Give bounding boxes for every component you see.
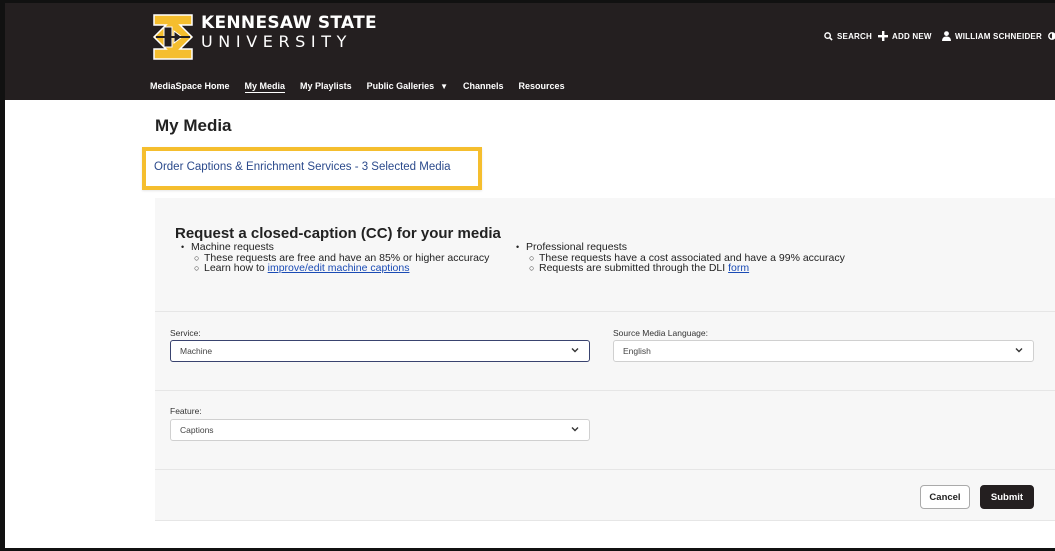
search-label: SEARCH	[837, 31, 872, 41]
site-header: KENNESAW STATE UNIVERSITY SEARCH ADD NEW…	[5, 3, 1055, 100]
dli-form-link[interactable]: form	[728, 263, 749, 274]
nav-channels[interactable]: Channels	[463, 79, 504, 93]
user-menu[interactable]: WILLIAM SCHNEIDER	[942, 29, 1042, 43]
browser-frame: KENNESAW STATE UNIVERSITY SEARCH ADD NEW…	[0, 0, 1055, 551]
settings-toggle[interactable]	[1048, 29, 1055, 43]
ksu-logo-icon[interactable]	[150, 11, 196, 63]
submit-button[interactable]: Submit	[980, 485, 1034, 509]
university-wordmark: KENNESAW STATE UNIVERSITY	[201, 13, 377, 51]
machine-detail-2-prefix: Learn how to	[204, 262, 268, 274]
machine-info: • Machine requests ○ These requests are fr…	[177, 242, 489, 274]
language-select[interactable]: English	[613, 340, 1034, 362]
divider	[155, 469, 1055, 470]
machine-heading-text: Machine requests	[191, 241, 274, 253]
chevron-down-icon: ▼	[440, 81, 449, 91]
brand-line-2: UNIVERSITY	[201, 32, 352, 51]
professional-heading-text: Professional requests	[526, 241, 627, 253]
add-new-label: ADD NEW	[892, 31, 932, 41]
machine-detail-2: ○ Learn how to improve/edit machine capti…	[194, 262, 410, 274]
main-nav: MediaSpace Home My Media My Playlists Pu…	[150, 79, 580, 93]
chevron-down-icon	[571, 427, 579, 432]
overflow-icon[interactable]: ⋮	[1051, 123, 1055, 134]
nav-resources[interactable]: Resources	[519, 79, 565, 93]
improve-captions-link[interactable]: improve/edit machine captions	[268, 263, 410, 274]
chevron-down-icon	[571, 348, 579, 353]
feature-label: Feature:	[170, 406, 202, 416]
user-icon	[942, 31, 951, 41]
machine-heading: • Machine requests	[181, 241, 274, 253]
professional-detail-2: ○ Requests are submitted through the DLI …	[529, 262, 750, 274]
divider	[155, 390, 1055, 391]
contrast-icon	[1048, 32, 1055, 40]
order-captions-highlight: Order Captions & Enrichment Services - 3…	[142, 147, 482, 190]
search-button[interactable]: SEARCH	[824, 29, 872, 43]
nav-my-media[interactable]: My Media	[244, 79, 286, 93]
service-label: Service:	[170, 328, 201, 338]
service-select[interactable]: Machine	[170, 340, 590, 362]
professional-heading: • Professional requests	[516, 241, 627, 253]
caption-request-panel: Request a closed-caption (CC) for your m…	[155, 198, 1055, 521]
chevron-down-icon	[1015, 348, 1023, 353]
divider	[155, 311, 1055, 312]
brand-line-1: KENNESAW STATE	[201, 13, 377, 33]
nav-mediaspace-home[interactable]: MediaSpace Home	[150, 79, 230, 93]
plus-icon	[878, 31, 888, 41]
service-value: Machine	[180, 346, 213, 356]
language-label: Source Media Language:	[613, 328, 708, 338]
user-name: WILLIAM SCHNEIDER	[955, 31, 1042, 41]
add-new-button[interactable]: ADD NEW	[878, 29, 932, 43]
nav-public-galleries[interactable]: Public Galleries ▼	[367, 79, 448, 93]
nav-public-galleries-label: Public Galleries	[366, 81, 435, 91]
order-captions-link[interactable]: Order Captions & Enrichment Services - 3…	[154, 161, 451, 173]
feature-value: Captions	[180, 425, 214, 435]
professional-detail-2-prefix: Requests are submitted through the DLI	[539, 262, 729, 274]
cancel-button[interactable]: Cancel	[920, 485, 970, 509]
page-title: My Media	[155, 116, 232, 135]
divider	[155, 520, 1055, 521]
nav-my-playlists[interactable]: My Playlists	[300, 79, 352, 93]
request-info-title: Request a closed-caption (CC) for your m…	[175, 225, 501, 242]
feature-select[interactable]: Captions	[170, 419, 590, 441]
language-value: English	[623, 346, 651, 356]
professional-info: • Professional requests ○ These requests h…	[512, 242, 845, 274]
search-icon	[824, 31, 833, 41]
